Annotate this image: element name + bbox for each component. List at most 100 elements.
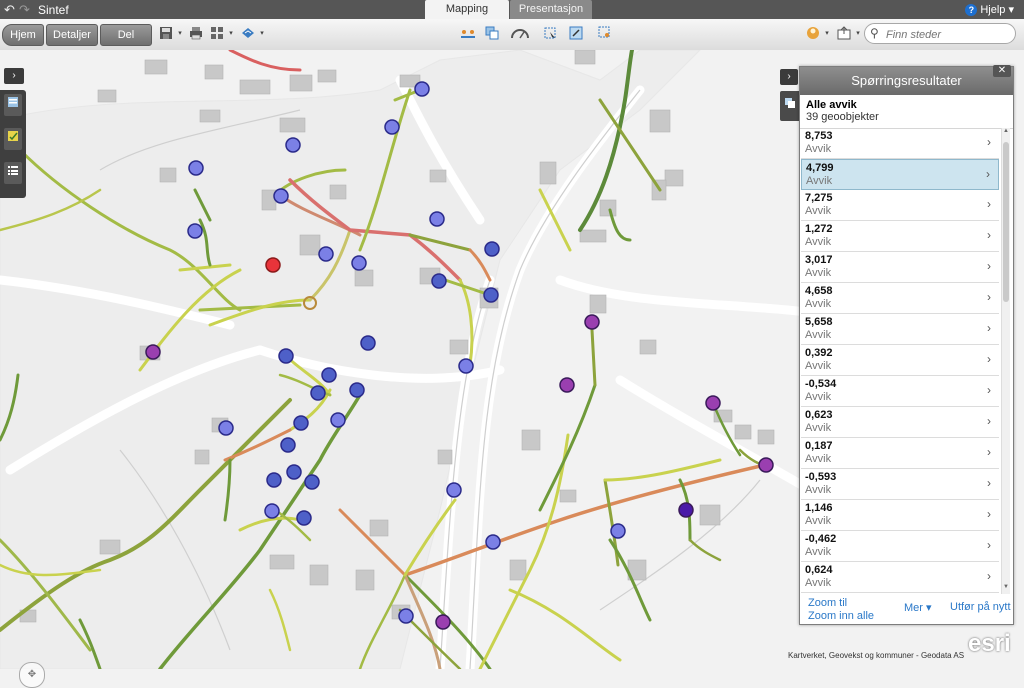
edit-features-icon[interactable] — [568, 26, 584, 42]
more-menu[interactable]: Mer ▾ — [904, 601, 932, 614]
result-value: 3,017 — [805, 254, 833, 266]
map-attribution: Kartverket, Geovekst og kommuner - Geoda… — [788, 651, 965, 660]
result-label: Avvik — [805, 391, 832, 403]
result-label: Avvik — [805, 143, 832, 155]
chevron-right-icon: › — [987, 352, 991, 366]
chevron-right-icon: › — [987, 569, 991, 583]
result-item[interactable]: 3,017 Avvik › — [801, 252, 999, 283]
search-icon: ⚲ — [870, 26, 879, 40]
result-value: 7,275 — [805, 192, 833, 204]
result-item[interactable]: -0,462 Avvik › — [801, 531, 999, 562]
search-box[interactable]: ⚲ — [864, 23, 1016, 44]
help-menu[interactable]: ? Hjelp ▾ — [965, 3, 1014, 16]
speedometer-icon[interactable] — [510, 26, 530, 42]
analysis-icon[interactable] — [460, 26, 476, 42]
details-button[interactable]: Detaljer — [46, 24, 98, 46]
left-tool-panel — [0, 90, 26, 198]
result-item[interactable]: 0,187 Avvik › — [801, 438, 999, 469]
home-button[interactable]: Hjem — [2, 24, 44, 46]
zoom-all-link[interactable]: Zoom inn alle — [808, 610, 874, 622]
chevron-right-icon: › — [987, 290, 991, 304]
chevron-right-icon: › — [987, 135, 991, 149]
results-panel-title: Spørringsresultater — [800, 67, 1013, 95]
result-value: 0,187 — [805, 440, 833, 452]
results-summary: Alle avvik 39 geoobjekter — [800, 95, 1013, 129]
result-item[interactable]: 1,146 Avvik › — [801, 500, 999, 531]
app-title: Sintef — [38, 3, 69, 17]
expand-left-panel-icon[interactable]: › — [4, 68, 24, 84]
scroll-down-icon[interactable]: ▼ — [1002, 584, 1010, 594]
print-icon[interactable] — [188, 26, 204, 42]
search-input[interactable] — [884, 26, 1013, 43]
result-label: Avvik — [806, 175, 833, 187]
results-count: 39 geoobjekter — [806, 111, 879, 123]
map-pan-control-icon[interactable]: ✥ — [19, 662, 45, 688]
result-item[interactable]: 0,624 Avvik › — [801, 562, 999, 593]
results-panel: Spørringsresultater ✕ Alle avvik 39 geoo… — [799, 65, 1014, 625]
share-button[interactable]: Del — [100, 24, 152, 46]
result-item[interactable]: 0,623 Avvik › — [801, 407, 999, 438]
help-icon: ? — [965, 4, 978, 16]
tab-mapping[interactable]: Mapping — [425, 0, 509, 19]
result-label: Avvik — [805, 267, 832, 279]
result-value: 1,272 — [805, 223, 833, 235]
chevron-right-icon: › — [987, 476, 991, 490]
results-heading: Alle avvik — [806, 99, 857, 111]
scroll-up-icon[interactable]: ▲ — [1002, 128, 1010, 138]
result-value: 0,624 — [805, 564, 833, 576]
result-value: 0,623 — [805, 409, 833, 421]
result-label: Avvik — [805, 360, 832, 372]
user-dropdown-icon[interactable]: ▾ — [819, 26, 835, 42]
redo-icon[interactable]: ↷ — [19, 2, 30, 18]
query-icon[interactable] — [597, 26, 613, 42]
measure-dropdown-icon[interactable]: ▾ — [254, 26, 270, 42]
result-value: 5,658 — [805, 316, 833, 328]
result-item[interactable]: 4,799 Avvik › — [801, 159, 999, 190]
result-item[interactable]: 8,753 Avvik › — [801, 128, 999, 159]
result-item[interactable]: 1,272 Avvik › — [801, 221, 999, 252]
collapse-results-icon[interactable]: › — [780, 69, 798, 85]
result-value: 0,392 — [805, 347, 833, 359]
contents-icon[interactable] — [4, 162, 22, 184]
zoom-to-link[interactable]: Zoom til — [808, 597, 847, 609]
more-label: Mer — [904, 602, 923, 614]
legend-icon[interactable] — [4, 94, 22, 116]
edit-icon[interactable] — [4, 128, 22, 150]
result-label: Avvik — [805, 236, 832, 248]
result-value: 4,658 — [805, 285, 833, 297]
chevron-right-icon: › — [987, 383, 991, 397]
chevron-right-icon: › — [987, 445, 991, 459]
close-icon[interactable]: ✕ — [993, 65, 1011, 77]
select-features-icon[interactable] — [542, 26, 558, 42]
result-item[interactable]: 5,658 Avvik › — [801, 314, 999, 345]
result-item[interactable]: 0,392 Avvik › — [801, 345, 999, 376]
help-label: Hjelp — [980, 4, 1006, 16]
results-scrollbar[interactable]: ▲ ▼ — [1001, 128, 1010, 594]
result-label: Avvik — [805, 329, 832, 341]
undo-icon[interactable]: ↶ — [4, 2, 15, 18]
result-item[interactable]: -0,593 Avvik › — [801, 469, 999, 500]
esri-logo: esri — [968, 630, 1011, 657]
basemap-dropdown-icon[interactable]: ▾ — [223, 26, 239, 42]
chevron-right-icon: › — [987, 414, 991, 428]
result-label: Avvik — [805, 515, 832, 527]
tab-presentasjon[interactable]: Presentasjon — [510, 0, 592, 19]
result-item[interactable]: 4,658 Avvik › — [801, 283, 999, 314]
result-label: Avvik — [805, 298, 832, 310]
scroll-thumb[interactable] — [1003, 142, 1009, 302]
layers-copy-icon[interactable] — [484, 26, 500, 42]
result-item[interactable]: -0,534 Avvik › — [801, 376, 999, 407]
result-value: 8,753 — [805, 130, 833, 142]
run-again-link[interactable]: Utfør på nytt — [950, 601, 1011, 613]
result-item[interactable]: 7,275 Avvik › — [801, 190, 999, 221]
result-label: Avvik — [805, 205, 832, 217]
chevron-right-icon: › — [986, 167, 990, 181]
save-dropdown-icon[interactable]: ▾ — [172, 26, 188, 42]
results-layers-icon[interactable] — [780, 91, 799, 121]
chevron-right-icon: › — [987, 538, 991, 552]
chevron-right-icon: › — [987, 197, 991, 211]
result-value: -0,462 — [805, 533, 837, 545]
results-list[interactable]: 8,753 Avvik › 4,799 Avvik › 7,275 Avvik › 1,272 Av… — [801, 128, 999, 594]
result-label: Avvik — [805, 484, 832, 496]
result-value: -0,593 — [805, 471, 837, 483]
